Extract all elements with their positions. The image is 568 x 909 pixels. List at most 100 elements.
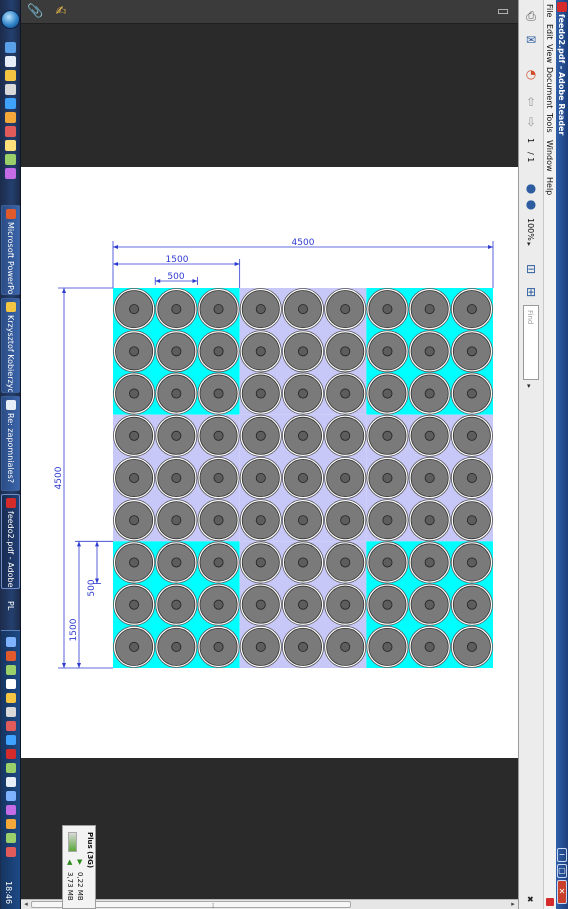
- tray-app-icon[interactable]: [6, 665, 16, 675]
- tray-app-icon[interactable]: [6, 651, 16, 661]
- disk-hub: [171, 599, 182, 610]
- zoom-level[interactable]: 100%: [526, 218, 535, 241]
- attachment-icon[interactable]: 📎: [27, 4, 43, 20]
- previous-page-icon[interactable]: ⇧: [523, 94, 539, 110]
- disk-hub: [297, 472, 308, 483]
- tray-app-icon[interactable]: [6, 805, 16, 815]
- scroll-left-arrow-icon[interactable]: ◂: [21, 900, 31, 909]
- taskbar-button-mail[interactable]: Re: zapomniales?: [1, 396, 20, 491]
- disk-hub: [424, 430, 435, 441]
- taskbar-button-label: Re: zapomniales?: [6, 413, 15, 483]
- tray-app-icon[interactable]: [6, 693, 16, 703]
- arrowhead: [234, 262, 240, 266]
- zoom-dropdown-icon[interactable]: ▾: [527, 240, 531, 248]
- arrowhead: [192, 279, 198, 283]
- disk-hub: [340, 346, 351, 357]
- disk: [366, 583, 409, 626]
- network-name: Plus (3G): [86, 832, 94, 869]
- disk: [450, 541, 493, 584]
- tray-app-icon[interactable]: [6, 777, 16, 787]
- fit-page-icon[interactable]: ⊟: [523, 261, 539, 277]
- print-icon[interactable]: ⎙: [523, 8, 539, 24]
- disk: [366, 499, 409, 542]
- menu-window[interactable]: Window: [545, 140, 554, 172]
- share-icon[interactable]: ◔: [523, 66, 539, 82]
- ie-icon[interactable]: [5, 98, 16, 109]
- disk: [450, 625, 493, 668]
- network-notification[interactable]: Plus (3G) ▲ ▼ 0,22 MB 3,73 MB: [62, 825, 96, 909]
- app-icon[interactable]: [5, 84, 16, 95]
- close-button[interactable]: ✕: [557, 880, 567, 904]
- disk: [408, 330, 451, 373]
- disk: [155, 625, 198, 668]
- menu-edit[interactable]: Edit: [545, 24, 554, 40]
- disk: [366, 414, 409, 457]
- zoom-in-icon[interactable]: ●: [523, 196, 539, 212]
- menu-help[interactable]: Help: [545, 177, 554, 195]
- disk-hub: [466, 430, 477, 441]
- fit-width-icon[interactable]: ⊞: [523, 284, 539, 300]
- taskbar-button-label: feedo2.pdf - Adobe...: [6, 511, 15, 589]
- menu-view[interactable]: View: [545, 44, 554, 63]
- antivirus-icon[interactable]: [6, 721, 16, 731]
- taskbar-button-adobe[interactable]: feedo2.pdf - Adobe...: [1, 494, 20, 589]
- find-input[interactable]: Find: [523, 305, 539, 380]
- disk-hub: [129, 430, 140, 441]
- firefox-icon[interactable]: [5, 70, 16, 81]
- tray-app-icon[interactable]: [6, 679, 16, 689]
- tray-app-icon[interactable]: [6, 847, 16, 857]
- taskbar-button-powerpoint[interactable]: Microsoft PowerPo...: [1, 205, 20, 295]
- network-icon[interactable]: [6, 637, 16, 647]
- start-button[interactable]: [0, 6, 21, 34]
- app-icon[interactable]: [5, 140, 16, 151]
- scroll-right-arrow-icon[interactable]: ▸: [508, 900, 518, 909]
- folder-icon[interactable]: [5, 112, 16, 123]
- tray-app-icon[interactable]: [6, 791, 16, 801]
- zoom-out-icon[interactable]: ●: [523, 180, 539, 196]
- disk: [281, 330, 325, 373]
- disk-hub: [213, 641, 224, 652]
- disk: [197, 499, 240, 542]
- app-icon[interactable]: [5, 168, 16, 179]
- disk-hub: [466, 388, 477, 399]
- menu-document[interactable]: Document: [545, 67, 554, 108]
- disk: [408, 372, 451, 415]
- disk-hub: [213, 599, 224, 610]
- tray-app-icon[interactable]: [6, 819, 16, 829]
- document-area[interactable]: 4500 1500 500 4500 1500 500: [21, 24, 518, 899]
- taskbar-button-folder[interactable]: Krzysztof Kobierzyc...: [1, 298, 20, 393]
- volume-icon[interactable]: [6, 833, 16, 843]
- tray-app-icon[interactable]: [6, 763, 16, 773]
- app-icon[interactable]: [5, 126, 16, 137]
- explorer-icon[interactable]: [5, 56, 16, 67]
- email-icon[interactable]: ✉: [523, 32, 539, 48]
- tray-app-icon[interactable]: [6, 707, 16, 717]
- language-indicator[interactable]: PL: [6, 601, 15, 610]
- page-view-icon[interactable]: ▭: [495, 4, 511, 20]
- menu-file[interactable]: File: [545, 4, 554, 17]
- disk-hub: [466, 599, 477, 610]
- maximize-button[interactable]: ▢: [557, 864, 567, 878]
- arrowhead: [488, 245, 493, 249]
- arrowhead: [62, 663, 66, 668]
- app-icon[interactable]: [5, 154, 16, 165]
- minimize-button[interactable]: −: [557, 848, 567, 862]
- menu-tools[interactable]: Tools: [545, 113, 554, 133]
- screen: Microsoft PowerPo... Krzysztof Kobierzyc…: [0, 0, 568, 909]
- disk-hub: [382, 515, 393, 526]
- disk-hub: [424, 557, 435, 568]
- page-number-input[interactable]: 1: [526, 138, 535, 143]
- window-title: feedo2.pdf - Adobe Reader: [557, 14, 566, 136]
- dimension-label-500-left: 500: [87, 579, 97, 596]
- clock[interactable]: 18:46: [4, 881, 13, 904]
- tray-app-icon[interactable]: [6, 749, 16, 759]
- next-page-icon[interactable]: ⇩: [523, 114, 539, 130]
- disk: [408, 499, 451, 542]
- find-dropdown-icon[interactable]: ▾: [527, 382, 531, 390]
- disk-hub: [297, 599, 308, 610]
- show-desktop-icon[interactable]: [5, 42, 16, 53]
- disk: [155, 583, 198, 626]
- signature-icon[interactable]: ✍: [53, 4, 69, 20]
- close-document-icon[interactable]: ✖: [527, 895, 534, 904]
- tray-app-icon[interactable]: [6, 735, 16, 745]
